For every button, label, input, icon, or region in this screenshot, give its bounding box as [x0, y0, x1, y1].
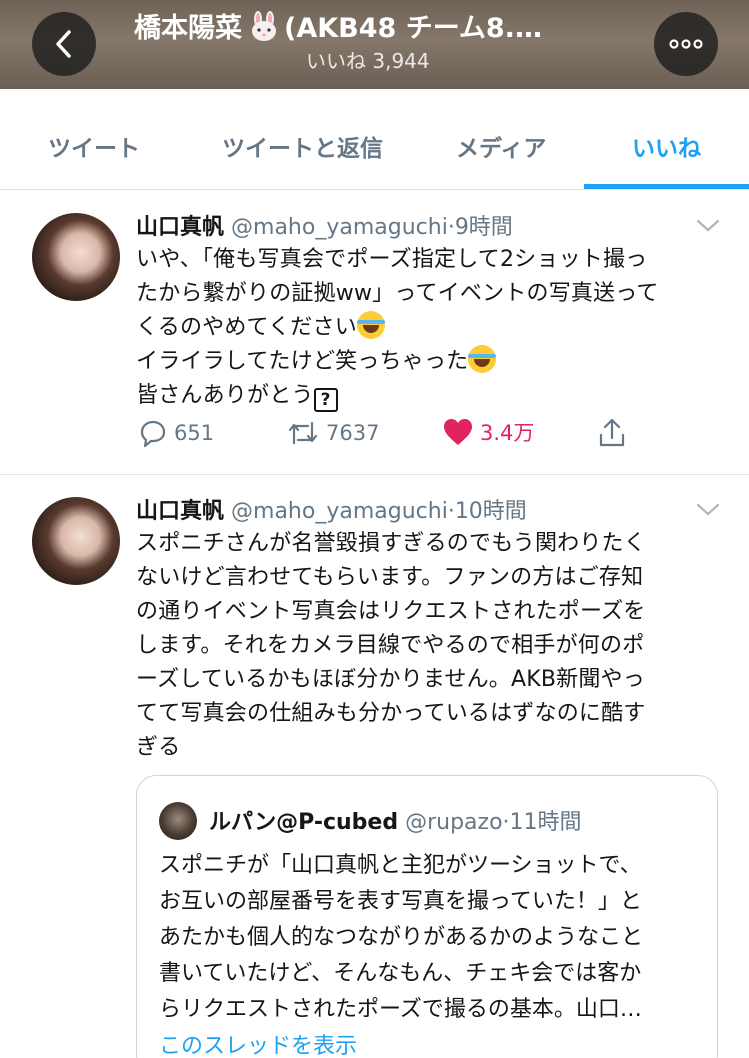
tweet-line: ぎる	[136, 735, 181, 760]
header-title-group: (AKB48 チーム8.…	[284, 13, 542, 44]
quoted-author-handle: @rupazo	[405, 810, 503, 835]
quoted-line: スポニチが「山口真帆と主犯がツーショットで、	[159, 853, 642, 878]
quoted-author-name: ルパン@P-cubed	[209, 810, 399, 835]
tweet-line: イライラしてたけど笑っちゃった	[136, 345, 726, 379]
tweet-line-text: 皆さんありがとう	[136, 383, 314, 408]
profile-tabs: ツイート ツイートと返信 メディア いいね	[0, 89, 749, 190]
author-handle[interactable]: @maho_yamaguchi	[231, 215, 448, 240]
heart-filled-icon	[444, 419, 472, 445]
profile-header: 橋本陽菜 (AKB48 チーム8.… いいね 3,944	[0, 0, 749, 89]
tweet-line-text: イライラしてたけど笑っちゃった	[136, 349, 469, 374]
like-button[interactable]: 3.4万	[442, 417, 534, 447]
tweet-time[interactable]: 10時間	[455, 499, 527, 524]
unknown-glyph-icon: ?	[313, 388, 338, 412]
tweet-line: いや、「俺も写真会でポーズ指定して2ショット撮っ	[136, 247, 648, 272]
tweet[interactable]: 山口真帆 @maho_yamaguchi·9時間 いや、「俺も写真会でポーズ指定…	[0, 191, 749, 475]
quoted-line: あたかも個人的なつながりがあるかのようなこと	[159, 925, 644, 950]
more-horizontal-icon	[669, 39, 703, 49]
tweet-author-line: 山口真帆 @maho_yamaguchi·9時間	[136, 209, 513, 241]
header-title-name: 橋本陽菜	[134, 13, 242, 44]
tweet-line: スポニチさんが名誉毀損すぎるのでもう関わりたく	[136, 531, 646, 556]
chevron-down-icon[interactable]	[696, 503, 720, 517]
chevron-down-icon[interactable]	[696, 219, 720, 233]
separator-dot: ·	[447, 215, 455, 240]
laughing-crying-emoji-icon	[468, 345, 497, 373]
tweet-author-line: 山口真帆 @maho_yamaguchi·10時間	[136, 493, 527, 525]
rabbit-face-icon	[252, 11, 276, 41]
author-name[interactable]: 山口真帆	[136, 499, 224, 524]
tab-likes[interactable]: いいね	[632, 129, 701, 163]
tab-media[interactable]: メディア	[456, 129, 546, 163]
author-handle[interactable]: @maho_yamaguchi	[231, 499, 448, 524]
share-button[interactable]	[596, 417, 634, 449]
quoted-line: 書いていたけど、そんなもん、チェキ会では客か	[159, 961, 642, 986]
tweet-text: いや、「俺も写真会でポーズ指定して2ショット撮っ たから繋がりの証拠ww」ってイ…	[136, 243, 726, 413]
show-thread-link[interactable]: このスレッドを表示	[159, 1028, 357, 1058]
tweet-actions: 651 7637 3.4万	[136, 417, 696, 453]
quoted-tweet[interactable]: ルパン@P-cubed @rupazo·11時間 スポニチが「山口真帆と主犯がツ…	[136, 775, 718, 1058]
separator-dot: ·	[447, 499, 455, 524]
avatar[interactable]	[32, 497, 120, 585]
reply-count: 651	[174, 421, 215, 445]
tweet-line: ーズしているかもほぼ分かりません。AKB新聞やっ	[136, 667, 645, 692]
tweet-line: の通りイベント写真会はリクエストされたポーズを	[136, 599, 646, 624]
chevron-left-icon	[56, 30, 71, 58]
quoted-line: お互いの部屋番号を表す写真を撮っていた！」と	[159, 889, 642, 914]
reply-icon	[140, 420, 166, 448]
back-button[interactable]	[32, 12, 96, 76]
share-icon	[599, 418, 625, 447]
tweet[interactable]: 山口真帆 @maho_yamaguchi·10時間 スポニチさんが名誉毀損すぎる…	[0, 475, 749, 1058]
tab-tweets-and-replies[interactable]: ツイートと返信	[222, 129, 383, 163]
avatar[interactable]	[32, 213, 120, 301]
tweet-line: 皆さんありがとう?	[136, 379, 726, 413]
tab-tweets[interactable]: ツイート	[48, 129, 140, 163]
tweet-line: たから繋がりの証拠ww」ってイベントの写真送って	[136, 281, 659, 306]
tweet-line: てて写真会の仕組みも分かっているはずなのに酷す	[136, 701, 646, 726]
tweet-line: します。それをカメラ目線でやるので相手が何のポ	[136, 633, 645, 658]
author-name[interactable]: 山口真帆	[136, 215, 224, 240]
header-title: 橋本陽菜 (AKB48 チーム8.…	[134, 6, 604, 45]
separator-dot: ·	[502, 810, 510, 835]
tweet-time[interactable]: 9時間	[455, 215, 513, 240]
like-count: 3.4万	[480, 421, 535, 445]
quoted-tweet-text: スポニチが「山口真帆と主犯がツーショットで、 お互いの部屋番号を表す写真を撮って…	[159, 848, 699, 1028]
active-tab-indicator	[584, 184, 749, 189]
quoted-tweet-time: 11時間	[509, 810, 582, 835]
reply-button[interactable]: 651	[136, 417, 214, 449]
more-options-button[interactable]	[654, 12, 718, 76]
retweet-count: 7637	[326, 421, 380, 445]
tweet-line: くるのやめてください	[136, 311, 726, 345]
likes-count: いいね 3,944	[306, 49, 430, 73]
quoted-author-line: ルパン@P-cubed @rupazo·11時間	[209, 804, 582, 836]
retweet-icon	[288, 421, 318, 445]
laughing-crying-emoji-icon	[356, 311, 385, 339]
tweet-line: ないけど言わせてもらいます。ファンの方はご存知	[136, 565, 644, 590]
quoted-line: らリクエストされたポーズで撮るの基本。山口…	[159, 997, 642, 1022]
tweet-line-text: くるのやめてください	[136, 315, 357, 340]
retweet-button[interactable]: 7637	[286, 417, 379, 449]
quoted-avatar[interactable]	[159, 802, 197, 840]
tweet-text: スポニチさんが名誉毀損すぎるのでもう関わりたく ないけど言わせてもらいます。ファ…	[136, 527, 726, 765]
